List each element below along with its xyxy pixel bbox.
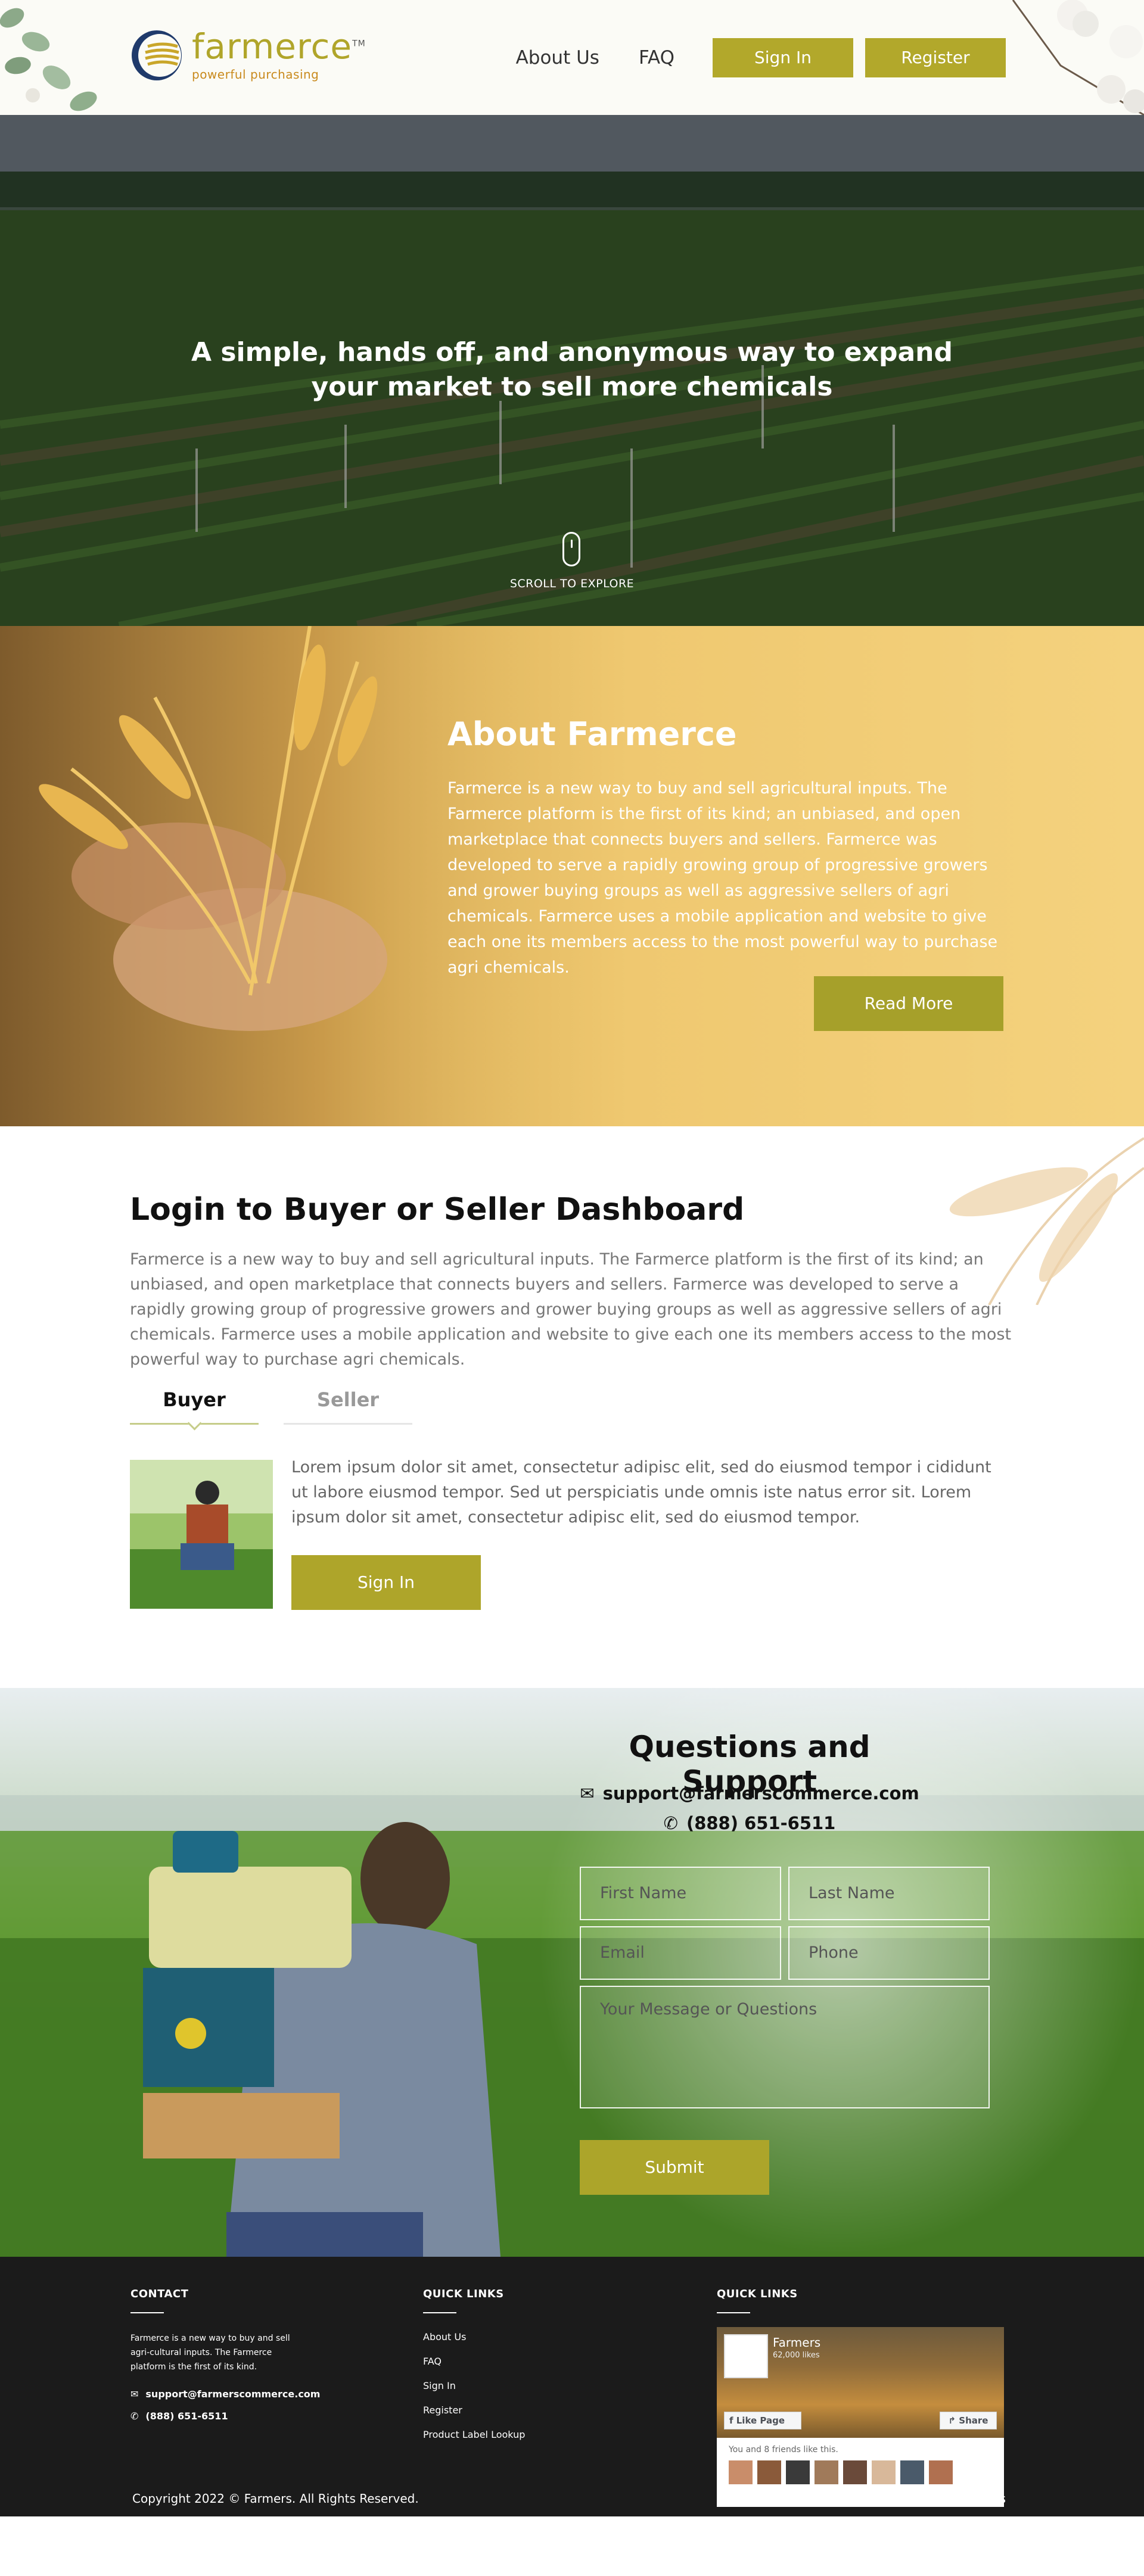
fb-avatar[interactable]: [724, 2334, 768, 2378]
fb-friends-text: You and 8 friends like this.: [729, 2445, 838, 2454]
about-title: About Farmerce: [447, 715, 737, 753]
friend-avatar[interactable]: [786, 2460, 810, 2484]
facebook-icon: f: [729, 2415, 736, 2426]
register-button[interactable]: Register: [865, 38, 1006, 77]
buyer-sign-in-button[interactable]: Sign In: [291, 1555, 481, 1610]
support-phone[interactable]: ✆ (888) 651-6511: [580, 1813, 919, 1833]
fb-page-name[interactable]: Farmers: [773, 2335, 820, 2350]
facebook-widget[interactable]: Farmers 62,000 likes f Like Page ↱ Share…: [717, 2327, 1004, 2507]
scroll-label[interactable]: SCROLL TO EXPLORE: [0, 577, 1144, 590]
footer-facebook: QUICK LINKS: [717, 2288, 798, 2331]
support-section: Questions and Support ✉ support@farmersco…: [0, 1688, 1144, 2257]
footer-phone[interactable]: ✆ (888) 651-6511: [130, 2410, 320, 2422]
footer-link-sign-in[interactable]: Sign In: [423, 2380, 525, 2391]
nav-about-link[interactable]: About Us: [516, 47, 599, 68]
footer-links-heading: QUICK LINKS: [423, 2288, 504, 2300]
fb-likes: 62,000 likes: [773, 2351, 820, 2360]
nav-faq-link[interactable]: FAQ: [639, 47, 674, 68]
envelope-icon: ✉: [130, 2388, 139, 2400]
phone-icon: ✆: [663, 1813, 678, 1833]
eucalyptus-decoration: [0, 8, 97, 111]
footer-link-about[interactable]: About Us: [423, 2331, 525, 2343]
footer-link-register[interactable]: Register: [423, 2404, 525, 2416]
footer-quick-links: QUICK LINKS About Us FAQ Sign In Registe…: [423, 2288, 525, 2453]
fb-share-button[interactable]: ↱ Share: [940, 2412, 997, 2429]
copyright-text: Copyright 2022 © Farmers. All Rights Res…: [132, 2491, 419, 2506]
phone-icon: ✆: [130, 2410, 139, 2422]
about-section: About Farmerce Farmerce is a new way to …: [0, 626, 1144, 1126]
friend-avatar[interactable]: [757, 2460, 781, 2484]
submit-button[interactable]: Submit: [580, 2140, 769, 2195]
footer-email[interactable]: ✉ support@farmerscommerce.com: [130, 2388, 320, 2400]
buyer-farmer-image: [130, 1460, 273, 1609]
about-content: About Farmerce Farmerce is a new way to …: [447, 715, 1008, 980]
logo-mark-icon: [132, 30, 182, 80]
hero-section: A simple, hands off, and anonymous way t…: [0, 115, 1144, 626]
fb-like-button[interactable]: f Like Page: [724, 2412, 801, 2429]
login-section: Login to Buyer or Seller Dashboard Farme…: [0, 1126, 1144, 1688]
login-title: Login to Buyer or Seller Dashboard: [130, 1192, 745, 1228]
phone-field[interactable]: Phone: [788, 1926, 990, 1980]
sign-in-button[interactable]: Sign In: [713, 38, 853, 77]
tab-buyer[interactable]: Buyer: [130, 1388, 259, 1425]
buyer-description: Lorem ipsum dolor sit amet, consectetur …: [291, 1458, 991, 1527]
dashboard-tabs: Buyer Seller: [130, 1388, 412, 1425]
site-header: farmerceTM powerful purchasing About Us …: [0, 0, 1144, 115]
about-text: Farmerce is a new way to buy and sell ag…: [447, 779, 998, 977]
envelope-icon: ✉: [580, 1783, 595, 1803]
site-footer: CONTACT Farmerce is a new way to buy and…: [0, 2257, 1144, 2516]
logo-tagline: powerful purchasing: [192, 67, 319, 82]
friend-avatar[interactable]: [815, 2460, 838, 2484]
friend-avatar[interactable]: [843, 2460, 867, 2484]
footer-fb-heading: QUICK LINKS: [717, 2288, 798, 2300]
footer-contact-heading: CONTACT: [130, 2288, 189, 2300]
logo[interactable]: farmerceTM powerful purchasing: [130, 29, 366, 82]
friend-avatar[interactable]: [900, 2460, 924, 2484]
fb-cover-image: Farmers 62,000 likes f Like Page ↱ Share: [717, 2327, 1004, 2438]
email-field[interactable]: Email: [580, 1926, 781, 1980]
last-name-field[interactable]: Last Name: [788, 1867, 990, 1920]
footer-contact: CONTACT Farmerce is a new way to buy and…: [130, 2288, 320, 2422]
read-more-button[interactable]: Read More: [814, 976, 1003, 1031]
friend-avatar[interactable]: [729, 2460, 753, 2484]
footer-contact-text: Farmerce is a new way to buy and sell ag…: [130, 2334, 290, 2372]
message-field[interactable]: Your Message or Questions: [580, 1986, 990, 2108]
main-nav: About Us FAQ Sign In Register: [516, 38, 1006, 77]
mouse-scroll-icon[interactable]: [562, 532, 580, 566]
footer-link-product-label[interactable]: Product Label Lookup: [423, 2429, 525, 2440]
share-icon: ↱: [948, 2415, 959, 2426]
credit-text[interactable]: Designed & Hosted by AceOne Technologies: [742, 2481, 1006, 2516]
support-email[interactable]: ✉ support@farmerscommerce.com: [580, 1783, 919, 1803]
tab-seller[interactable]: Seller: [284, 1388, 412, 1425]
fb-friend-faces: [729, 2460, 1004, 2484]
cotton-decoration: [1012, 0, 1144, 115]
hero-title: A simple, hands off, and anonymous way t…: [191, 337, 953, 402]
logo-name: farmerceTM: [192, 26, 366, 67]
friend-avatar[interactable]: [872, 2460, 896, 2484]
copyright-bar: Copyright 2022 © Farmers. All Rights Res…: [0, 2481, 1144, 2516]
first-name-field[interactable]: First Name: [580, 1867, 781, 1920]
footer-link-faq[interactable]: FAQ: [423, 2356, 525, 2367]
login-text: Farmerce is a new way to buy and sell ag…: [130, 1250, 1012, 1369]
friend-avatar[interactable]: [929, 2460, 953, 2484]
